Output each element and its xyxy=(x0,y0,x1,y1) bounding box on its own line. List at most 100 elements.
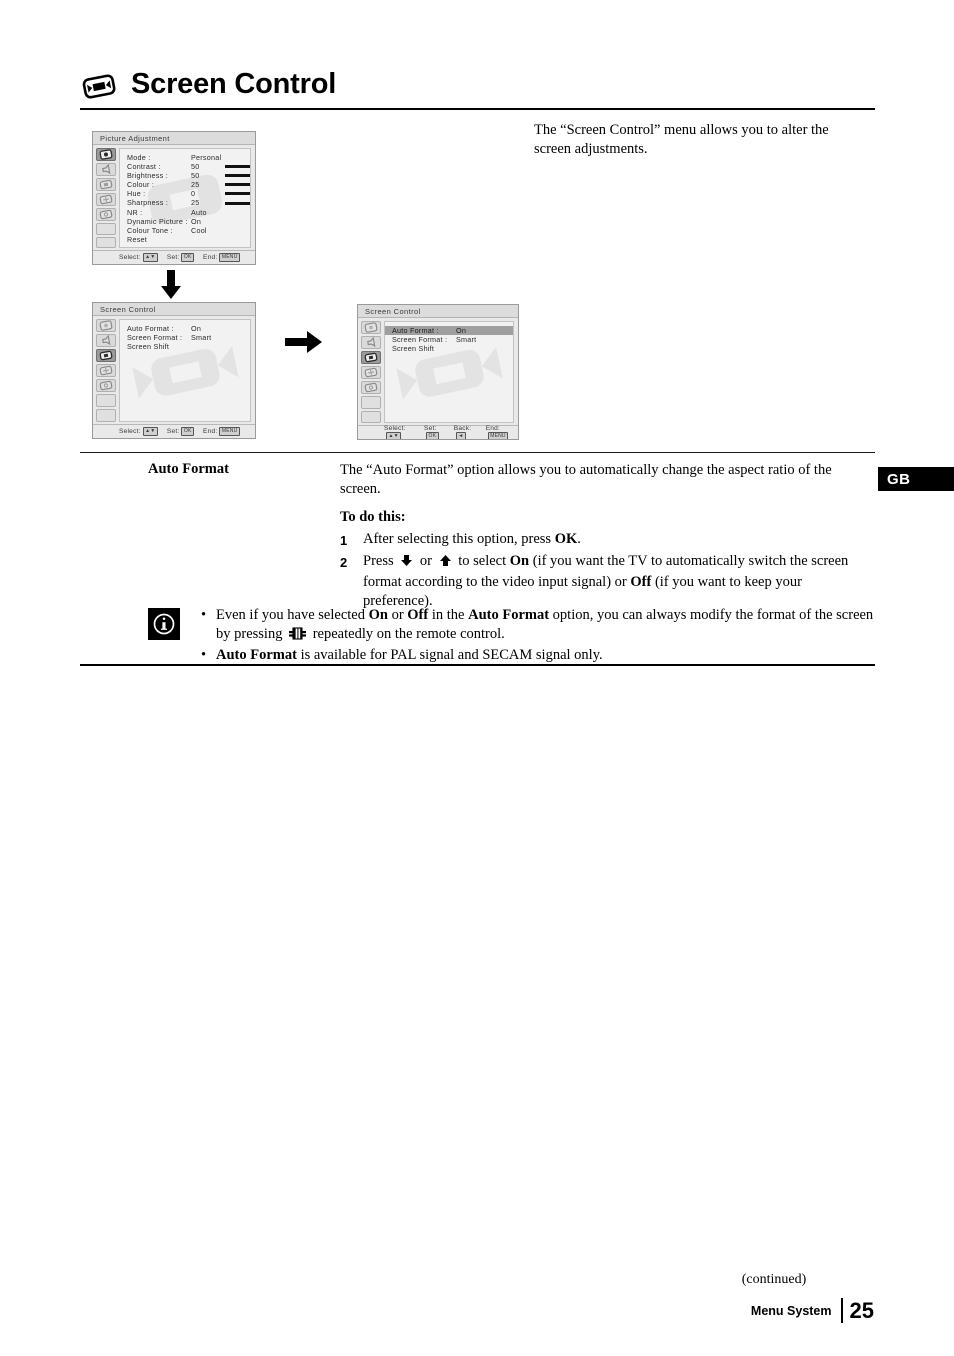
rail-icon-screen[interactable] xyxy=(96,349,116,362)
osd-icon-rail[interactable] xyxy=(93,316,118,424)
osd-row[interactable]: NR : Auto xyxy=(120,208,250,217)
osd-row-slider[interactable] xyxy=(225,183,250,187)
hint-set: Set:OK xyxy=(167,427,195,436)
osd-row[interactable]: Auto Format : On xyxy=(385,326,513,336)
rail-icon-setup[interactable] xyxy=(96,208,116,221)
osd-row-value: 0 xyxy=(191,189,196,199)
osd-row[interactable]: Screen Format : Smart xyxy=(385,335,513,344)
body-text: is available for PAL signal and SECAM si… xyxy=(296,647,603,663)
section-intro: The “Auto Format” option allows you to a… xyxy=(340,462,832,497)
page-header: Screen Control xyxy=(80,70,875,102)
osd-row[interactable]: Colour : 25 xyxy=(120,180,250,189)
osd-footer-hints: Select:▲▼ Set:OK Back:◄ End:MENU xyxy=(358,425,518,439)
arrow-down-icon xyxy=(400,555,413,571)
osd-row[interactable]: Screen Shift xyxy=(120,342,250,351)
step-item: 2 Press or to select On (if you want the … xyxy=(340,552,870,611)
osd-row-value: Smart xyxy=(191,333,212,343)
osd-title: Screen Control xyxy=(93,303,255,316)
footer-section-label: Menu System xyxy=(750,1303,832,1318)
rail-icon-picture[interactable] xyxy=(96,319,116,332)
osd-title: Screen Control xyxy=(358,305,518,318)
osd-row-slider[interactable] xyxy=(225,165,250,169)
note-text: Auto Format is available for PAL signal … xyxy=(216,646,874,665)
body-text: in the xyxy=(428,607,469,623)
rail-icon-picture[interactable] xyxy=(361,321,381,334)
rail-slot-empty-1 xyxy=(361,396,381,409)
step-text: After selecting this option, press OK. xyxy=(363,530,870,550)
osd-row-slider[interactable] xyxy=(225,174,250,178)
rail-icon-features[interactable] xyxy=(96,193,116,206)
osd-row[interactable]: Mode : Personal xyxy=(120,153,250,162)
emphasis-text: Auto Format xyxy=(216,647,297,663)
osd-row-label: Reset xyxy=(127,234,148,244)
intro-text: The “Screen Control” menu allows you to … xyxy=(534,122,829,157)
osd-row-label: Colour : xyxy=(127,180,155,190)
hint-end: End:MENU xyxy=(203,427,240,436)
osd-row[interactable]: Screen Shift xyxy=(385,344,513,353)
osd-row[interactable]: Contrast : 50 xyxy=(120,162,250,171)
osd-row-value: On xyxy=(456,326,467,335)
body-text: or xyxy=(387,607,408,623)
title-divider xyxy=(80,108,875,110)
hint-end: End:MENU xyxy=(203,253,240,262)
osd-row-slider[interactable] xyxy=(225,192,250,196)
osd-row-value: On xyxy=(191,216,202,226)
osd-row-label: Dynamic Picture : xyxy=(127,216,188,226)
osd-row-label: Auto Format : xyxy=(127,324,174,333)
osd-row[interactable]: Auto Format : On xyxy=(120,324,250,333)
osd-row-value: Auto xyxy=(191,207,207,217)
osd-screen-control-after: Screen Control Auto Format: On Screen F… xyxy=(357,304,519,440)
osd-icon-rail[interactable] xyxy=(93,145,118,250)
rail-icon-picture[interactable] xyxy=(96,148,116,161)
osd-row[interactable]: Dynamic Picture : On xyxy=(120,217,250,226)
continued-label: (continued) xyxy=(741,1272,807,1287)
osd-panel: Mode : Personal Contrast : 50 Brightness : 50… xyxy=(119,148,251,248)
body-text: After selecting this option, press xyxy=(363,531,555,547)
osd-panel: Auto Format : On Screen Format : Smart Scree… xyxy=(119,319,251,422)
rail-icon-features[interactable] xyxy=(96,364,116,377)
hint-set: Set:OK xyxy=(424,425,448,439)
step-list: 1 After selecting this option, press OK. 2… xyxy=(340,530,870,611)
hint-select: Select:▲▼ xyxy=(384,424,406,439)
rail-icon-features[interactable] xyxy=(361,366,381,379)
rail-icon-screen[interactable] xyxy=(361,351,381,364)
osd-row-slider[interactable] xyxy=(225,201,250,205)
page-number: 25 xyxy=(849,1297,874,1323)
flow-arrow-right-icon xyxy=(285,330,323,359)
osd-row-label: Mode : xyxy=(127,153,151,162)
hint-select: Select:▲▼ xyxy=(119,253,158,262)
rail-icon-audio[interactable] xyxy=(96,163,116,176)
step-number: 2 xyxy=(340,555,348,570)
osd-row-label: Brightness : xyxy=(127,171,168,181)
rail-icon-audio[interactable] xyxy=(96,334,116,347)
wide-format-icon xyxy=(289,627,307,644)
rail-icon-screen[interactable] xyxy=(96,178,116,191)
rail-icon-audio[interactable] xyxy=(361,336,381,349)
osd-row[interactable]: Brightness : 50 xyxy=(120,171,250,180)
flow-arrow-down-icon xyxy=(160,270,182,305)
rail-icon-setup[interactable] xyxy=(361,381,381,394)
rail-slot-empty-1 xyxy=(96,394,116,407)
osd-row-label: Contrast : xyxy=(127,162,161,172)
rail-icon-setup[interactable] xyxy=(96,379,116,392)
osd-row[interactable]: Reset xyxy=(120,235,250,244)
body-text: . xyxy=(577,531,581,547)
osd-icon-rail[interactable] xyxy=(358,318,383,425)
osd-row[interactable]: Colour Tone : Cool xyxy=(120,226,250,235)
emphasis-text: Off xyxy=(407,607,429,623)
osd-row[interactable]: Sharpness : 25 xyxy=(120,198,250,207)
osd-row[interactable]: Hue : 0 xyxy=(120,189,250,198)
note-item: • Even if you have selected On or Off in … xyxy=(201,606,874,646)
hint-back: Back:◄ xyxy=(453,424,472,439)
body-text: to select xyxy=(454,553,510,569)
note-item: • Auto Format is available for PAL signal… xyxy=(201,646,874,665)
osd-row-value: 50 xyxy=(191,171,200,181)
osd-row-value: On xyxy=(191,324,202,333)
section-term: Auto Format xyxy=(148,461,229,477)
osd-panel: Auto Format : On Screen Format : Smart Scree… xyxy=(384,321,514,423)
section-divider-bottom xyxy=(80,664,875,666)
osd-row[interactable]: Screen Format : Smart xyxy=(120,333,250,342)
bullet-marker: • xyxy=(201,607,207,623)
osd-row-label: Colour Tone : xyxy=(127,225,173,235)
emphasis-text: On xyxy=(368,607,388,623)
